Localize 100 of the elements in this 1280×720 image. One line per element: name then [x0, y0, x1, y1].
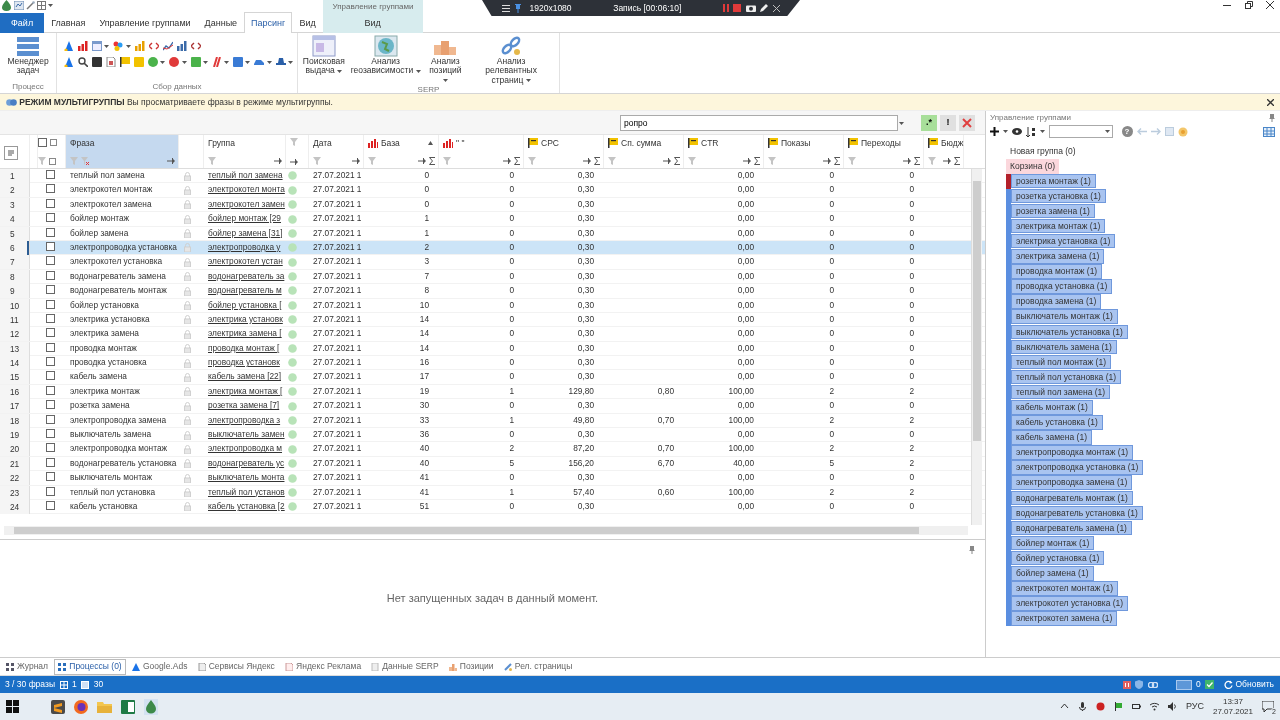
pin-icon[interactable]	[583, 158, 591, 164]
checkbox[interactable]	[45, 371, 55, 381]
expand-icon[interactable]	[50, 139, 57, 146]
group-link[interactable]: проводка установк	[204, 357, 280, 368]
status-dot-icon[interactable]	[288, 228, 298, 238]
group-item[interactable]: водонагреватель замена (1)	[1011, 520, 1132, 536]
column-header[interactable]: Показы	[781, 138, 811, 149]
checkbox[interactable]	[45, 414, 55, 424]
status-dot-icon[interactable]	[288, 286, 298, 296]
sum-icon[interactable]	[514, 157, 520, 165]
group-link[interactable]: бойлер замена [31]	[204, 227, 283, 238]
new-group[interactable]: Новая группа (0)	[1006, 143, 1080, 159]
status-dot-icon[interactable]	[288, 459, 298, 469]
sum-icon[interactable]	[594, 157, 600, 165]
ribbon-button[interactable]: Менеджер задач	[3, 35, 53, 76]
ribbon-tab[interactable]: Главная	[44, 13, 93, 33]
clear-button[interactable]	[959, 114, 975, 131]
checkbox[interactable]	[45, 429, 55, 439]
checkbox[interactable]	[45, 227, 55, 237]
sum-icon[interactable]	[674, 157, 680, 165]
group-link[interactable]: проводка монтаж [	[204, 342, 280, 353]
camera-icon[interactable]	[746, 4, 756, 12]
battery-icon[interactable]	[1131, 702, 1141, 711]
panel-tab[interactable]: Позиции	[444, 658, 498, 675]
panel-tab[interactable]: Журнал	[2, 658, 53, 675]
group-link[interactable]: электрокотел устан	[204, 256, 283, 267]
panel-tab[interactable]: Рел. страницы	[499, 658, 577, 675]
sum-icon[interactable]	[954, 157, 960, 165]
group-item[interactable]: бойлер замена (1)	[1011, 566, 1094, 581]
language-indicator[interactable]: РУС	[1185, 701, 1204, 712]
flag-icon[interactable]	[1113, 702, 1123, 711]
status-dot-icon[interactable]	[288, 214, 298, 224]
ribbon-button[interactable]: Поисковая выдача	[301, 35, 346, 76]
group-link[interactable]: теплый пол замена	[204, 170, 283, 180]
ribbon-button[interactable]: Анализ позиций	[425, 35, 466, 86]
checkbox[interactable]	[45, 400, 55, 410]
link-icon[interactable]	[1147, 681, 1158, 688]
menu-icon[interactable]	[502, 4, 510, 12]
group-link[interactable]: выключатель монта	[204, 472, 285, 483]
checkbox[interactable]	[45, 184, 55, 194]
pin-icon[interactable]	[823, 158, 831, 164]
group-link[interactable]: электрика монтаж [	[204, 385, 283, 396]
status-dot-icon[interactable]	[288, 257, 298, 267]
windows-logo-icon[interactable]	[6, 700, 19, 713]
ribbon-button[interactable]: Анализ геозависимости	[347, 35, 424, 76]
eye-icon[interactable]	[1012, 128, 1022, 136]
group-link[interactable]: бойлер монтаж [29	[204, 213, 281, 224]
caret-icon[interactable]	[48, 4, 54, 7]
stop-icon[interactable]	[733, 4, 742, 12]
group-item[interactable]: электрокотел замена (1)	[1011, 611, 1118, 626]
ribbon-tab[interactable]: Вид	[322, 13, 423, 33]
checkbox[interactable]	[45, 285, 55, 295]
group-item[interactable]: проводка замена (1)	[1011, 294, 1102, 309]
flag-icon[interactable]	[120, 57, 130, 67]
status-dot-icon[interactable]	[288, 272, 298, 282]
select-all-checkbox[interactable]	[38, 138, 47, 147]
refresh-button[interactable]: Обновить	[1223, 677, 1275, 692]
panel-tab[interactable]: Сервисы Яндекс	[193, 658, 279, 675]
restore-icon[interactable]	[1244, 1, 1253, 9]
checkbox[interactable]	[45, 213, 55, 223]
checkbox[interactable]	[45, 443, 55, 453]
checkbox[interactable]	[45, 501, 55, 510]
group-link[interactable]: выключатель замен	[204, 429, 285, 440]
group-item[interactable]: розетка монтаж (1)	[1011, 173, 1096, 189]
group-link[interactable]: электрика установк	[204, 313, 283, 324]
column-header[interactable]: Сп. сумма	[621, 138, 662, 149]
column-header[interactable]: Фраза	[70, 138, 95, 149]
status-dot-icon[interactable]	[288, 329, 298, 339]
group-link[interactable]: электропроводка м	[204, 443, 282, 454]
hat-icon[interactable]	[275, 57, 286, 67]
vertical-scrollbar[interactable]	[971, 169, 982, 525]
group-link[interactable]: водонагреватель ус	[204, 457, 285, 468]
status-dot-icon[interactable]	[288, 200, 298, 210]
car-icon[interactable]	[254, 57, 265, 67]
caret-icon[interactable]	[287, 60, 293, 64]
chart-icon[interactable]	[13, 1, 24, 10]
group-item[interactable]: кабель установка (1)	[1011, 415, 1103, 430]
pin-icon[interactable]	[969, 546, 975, 554]
column-chooser-icon[interactable]	[4, 146, 18, 160]
sum-icon[interactable]	[914, 157, 920, 165]
status-dot-icon[interactable]	[288, 344, 298, 353]
collapse-icon[interactable]	[49, 157, 56, 165]
group-item[interactable]: бойлер монтаж (1)	[1011, 535, 1095, 551]
dots-icon[interactable]	[113, 41, 124, 51]
caret-icon[interactable]	[1040, 130, 1045, 134]
checkbox-icon[interactable]	[1205, 680, 1215, 689]
column-header[interactable]: Бюдж	[941, 138, 964, 149]
triangle-icon[interactable]	[64, 57, 74, 67]
group-item[interactable]: электропроводка установка (1)	[1011, 460, 1144, 475]
horizontal-scrollbar[interactable]	[4, 526, 968, 535]
ribbon-tab[interactable]: Парсинг	[244, 12, 293, 33]
group-item[interactable]: теплый пол установка (1)	[1011, 369, 1122, 385]
close-icon[interactable]	[1267, 98, 1274, 106]
group-item[interactable]: электрокотел установка (1)	[1011, 596, 1129, 611]
group-item[interactable]: теплый пол замена (1)	[1011, 384, 1111, 400]
panel-tab[interactable]: Данные SERP	[367, 658, 443, 675]
pin-icon[interactable]	[352, 158, 360, 164]
exclamation-button[interactable]: !	[940, 114, 956, 131]
sublime-app-icon[interactable]	[50, 699, 65, 714]
search-field[interactable]: ропро	[620, 114, 898, 131]
